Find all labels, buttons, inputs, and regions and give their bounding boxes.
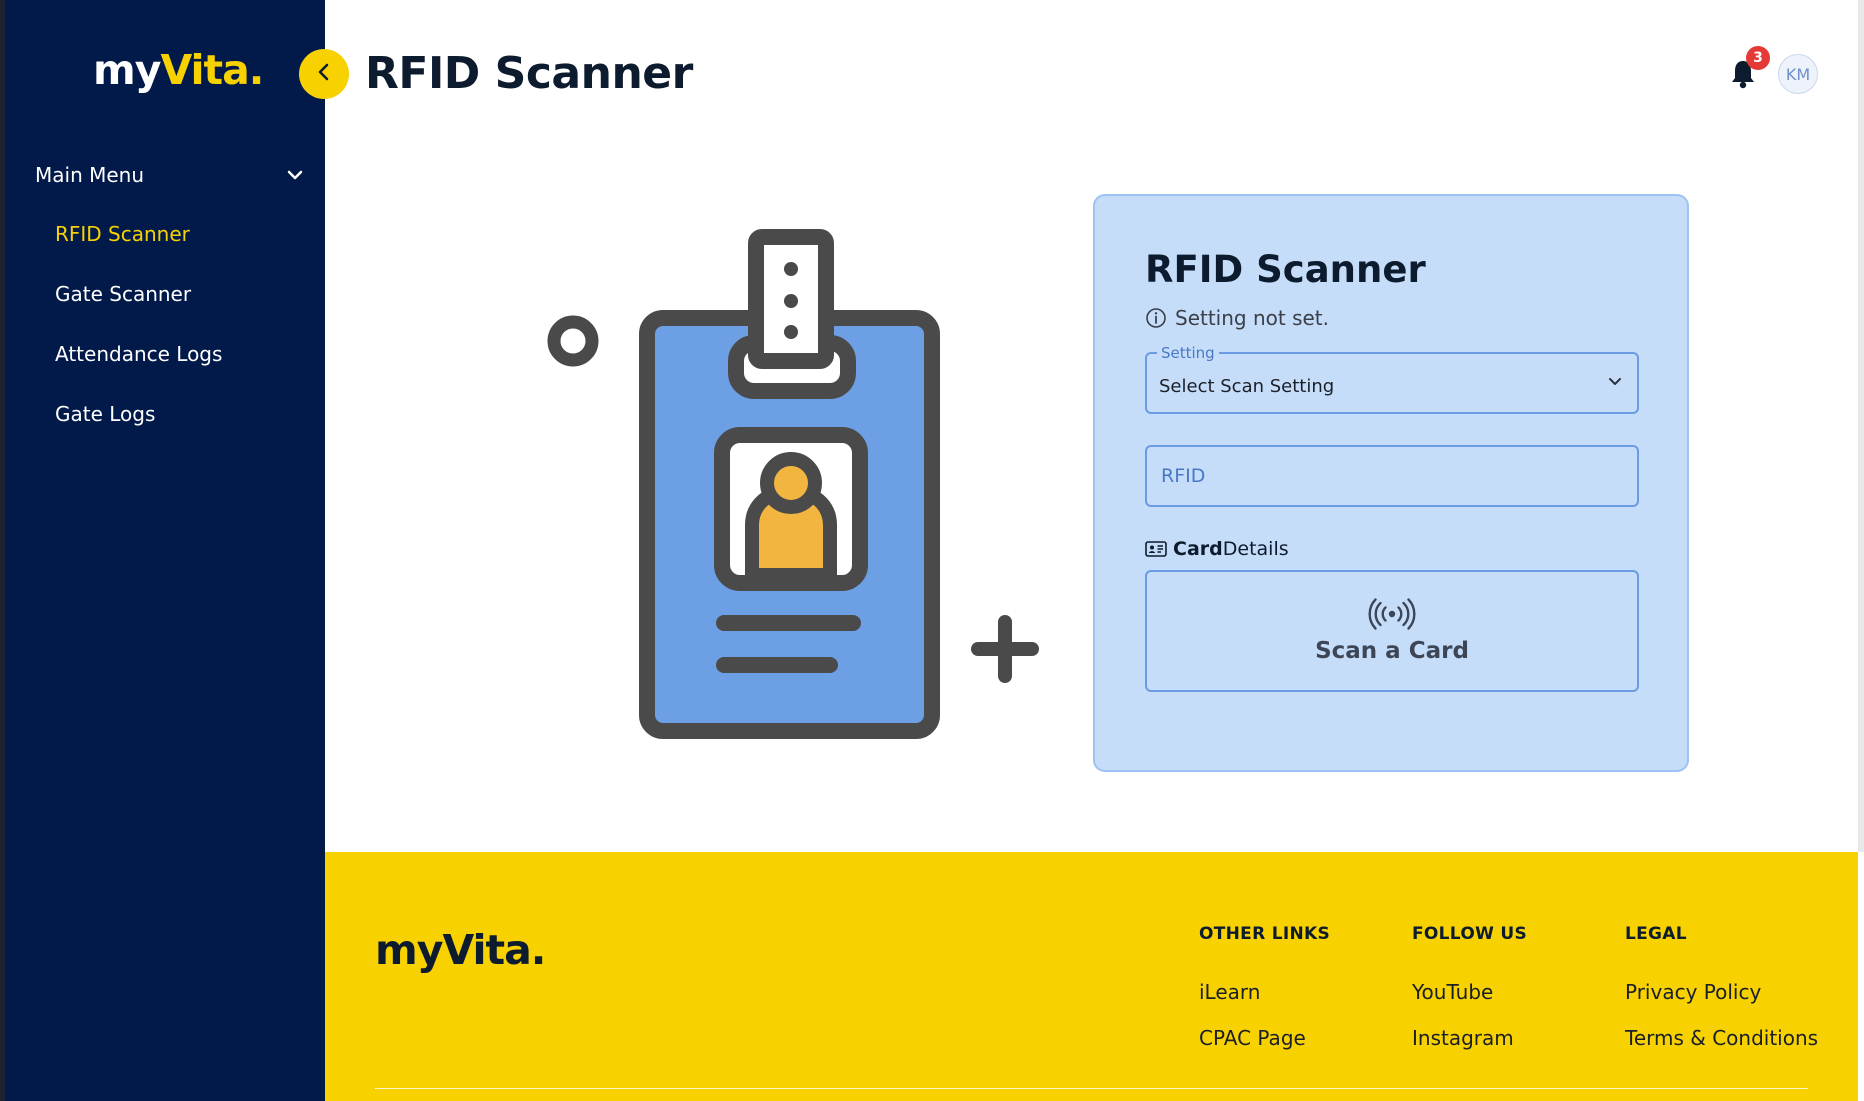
footer-logo[interactable]: myVita. xyxy=(375,926,546,974)
sidebar-item-gate-scanner[interactable]: Gate Scanner xyxy=(55,282,191,306)
footer: myVita. OTHER LINKS iLearn CPAC Page FOL… xyxy=(325,852,1858,1101)
logo-text-my: my xyxy=(93,46,161,94)
footer-link-cpac-page[interactable]: CPAC Page xyxy=(1199,1026,1330,1050)
footer-column-legal: LEGAL Privacy Policy Terms & Conditions xyxy=(1625,924,1818,1050)
collapse-sidebar-button[interactable] xyxy=(299,49,349,99)
footer-column-follow-us: FOLLOW US YouTube Instagram xyxy=(1412,924,1527,1050)
footer-logo-vita: Vita. xyxy=(442,926,546,974)
sidebar-item-attendance-logs[interactable]: Attendance Logs xyxy=(55,342,222,366)
chevron-down-icon xyxy=(285,165,305,185)
footer-link-terms-conditions[interactable]: Terms & Conditions xyxy=(1625,1026,1818,1050)
page-scrollbar[interactable] xyxy=(1858,0,1864,852)
footer-heading-legal: LEGAL xyxy=(1625,924,1687,944)
notification-count-badge: 3 xyxy=(1746,46,1770,70)
sidebar-item-gate-logs[interactable]: Gate Logs xyxy=(55,402,155,426)
rfid-input[interactable] xyxy=(1145,445,1639,507)
panel-title: RFID Scanner xyxy=(1145,248,1426,291)
scan-setting-label: Setting xyxy=(1157,344,1219,362)
card-details-rest: Details xyxy=(1222,538,1289,560)
info-icon xyxy=(1146,308,1166,328)
id-badge-illustration xyxy=(540,225,1050,745)
main-menu-toggle[interactable]: Main Menu xyxy=(35,158,305,192)
id-card-illustration-icon xyxy=(547,229,1039,739)
sidebar-item-rfid-scanner[interactable]: RFID Scanner xyxy=(55,222,190,246)
scan-setting-select[interactable]: Setting Select Scan Setting xyxy=(1145,344,1639,414)
setting-status-text: Setting not set. xyxy=(1175,306,1330,330)
footer-link-ilearn[interactable]: iLearn xyxy=(1199,980,1330,1004)
panel-title-rest: Scanner xyxy=(1243,248,1426,291)
footer-logo-my: my xyxy=(375,926,443,974)
main-menu-label: Main Menu xyxy=(35,163,145,187)
rfid-scanner-panel: RFID Scanner Setting not set. Setting Se… xyxy=(1093,194,1689,772)
page-title: RFID Scanner xyxy=(365,48,693,99)
scan-setting-value: Select Scan Setting xyxy=(1159,376,1335,397)
card-details-label: CardDetails xyxy=(1145,538,1289,560)
id-card-icon xyxy=(1145,541,1167,557)
sidebar: myVita. Main Menu RFID Scanner Gate Scan… xyxy=(0,0,325,1101)
page: myVita. Main Menu RFID Scanner Gate Scan… xyxy=(0,0,1864,1101)
panel-title-bold: RFID xyxy=(1145,248,1244,291)
footer-link-instagram[interactable]: Instagram xyxy=(1412,1026,1527,1050)
footer-heading-follow-us: FOLLOW US xyxy=(1412,924,1527,944)
sidebar-logo[interactable]: myVita. xyxy=(93,46,264,94)
logo-text-vita: Vita. xyxy=(160,46,264,94)
setting-status: Setting not set. xyxy=(1145,306,1329,330)
footer-column-other-links: OTHER LINKS iLearn CPAC Page xyxy=(1199,924,1330,1050)
footer-link-privacy-policy[interactable]: Privacy Policy xyxy=(1625,980,1818,1004)
chevron-down-icon xyxy=(1607,374,1623,394)
footer-link-youtube[interactable]: YouTube xyxy=(1412,980,1527,1004)
scan-card-label: Scan a Card xyxy=(1315,638,1469,664)
chevron-left-icon xyxy=(316,62,332,86)
rfid-wave-icon xyxy=(1368,598,1416,630)
user-avatar[interactable]: KM xyxy=(1778,54,1818,94)
scan-card-button[interactable]: Scan a Card xyxy=(1145,570,1639,692)
footer-divider xyxy=(375,1088,1808,1089)
card-details-bold: Card xyxy=(1173,538,1223,560)
footer-heading-other-links: OTHER LINKS xyxy=(1199,924,1330,944)
